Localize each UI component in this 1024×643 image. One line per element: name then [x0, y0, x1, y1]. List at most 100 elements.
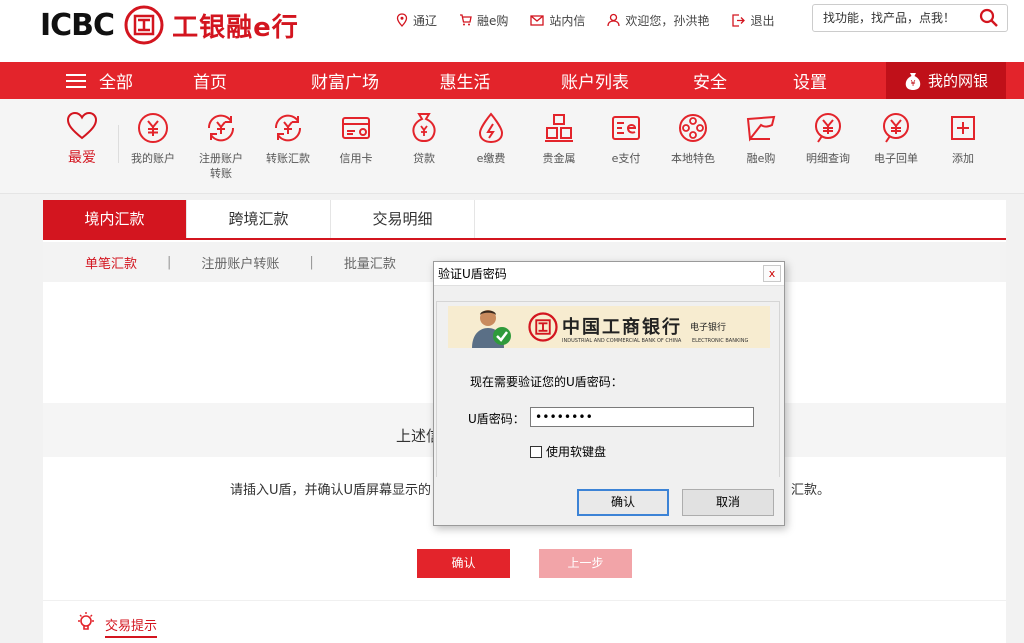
yuan-transfer-icon [207, 114, 235, 142]
tab-crossborder-remit[interactable]: 跨境汇款 [187, 200, 331, 238]
favorites-label: 最爱 [68, 150, 96, 166]
credit-card-icon [342, 117, 370, 139]
shortcut-label: e支付 [611, 152, 641, 165]
nav-item-security[interactable]: 安全 [680, 68, 740, 93]
shortcut-precious-metal[interactable]: 贵金属 [524, 111, 594, 166]
tab-domestic-remit[interactable]: 境内汇款 [43, 200, 187, 238]
shortcut-label: 贷款 [413, 152, 435, 165]
shortcut-detail-query[interactable]: 明细查询 [793, 111, 863, 166]
search-input[interactable] [813, 5, 973, 31]
shortcut-label: 电子回单 [874, 152, 918, 165]
logo-text: ICBC [40, 7, 115, 43]
tips-section [43, 600, 1006, 643]
nav-item-wealth[interactable]: 财富广场 [295, 68, 395, 93]
search-icon[interactable] [979, 8, 999, 28]
heart-icon [66, 111, 98, 140]
nav-all-menu[interactable]: 全部 [65, 68, 175, 93]
search-box [812, 4, 1008, 32]
icbc-seal-icon [124, 5, 164, 45]
cart-icon [460, 14, 472, 26]
shortcut-label: 本地特色 [671, 152, 715, 165]
icbc-logo[interactable]: ICBC 工银融e行 [40, 5, 299, 45]
subtab-single-remit[interactable]: 单笔汇款 [85, 253, 137, 272]
tips-label[interactable]: 交易提示 [105, 615, 158, 638]
nav-all-label: 全部 [99, 73, 133, 93]
toplink-label: 欢迎您，孙洪艳 [625, 13, 710, 28]
nav-my-ebank[interactable]: ¥ 我的网银 [886, 62, 1006, 99]
plus-square-icon [951, 116, 975, 140]
lightbulb-icon [78, 612, 94, 630]
checkbox-box[interactable] [530, 445, 542, 458]
toplink-mail[interactable]: 站内信 [530, 10, 585, 30]
money-bag-icon [412, 113, 436, 143]
shortcut-label: 明细查询 [806, 152, 850, 165]
icbc-seal-icon [528, 312, 558, 342]
toplink-label: 通辽 [413, 13, 438, 28]
ushield-password-dialog: 验证U盾密码 x 中国工商银行 电子银行 INDUSTRIAL AND COMM… [433, 261, 785, 526]
shortcut-rongegou[interactable]: 融e购 [726, 111, 796, 166]
subtab-batch-remit[interactable]: 批量汇款 [344, 253, 396, 272]
shortcut-bar: 最爱 我的账户 注册账户转账 转账汇款 信用卡 贷款 e缴费 贵金属 e支付 本… [0, 99, 1024, 194]
soft-keyboard-checkbox[interactable]: 使用软键盘 [530, 443, 606, 460]
hamburger-icon [66, 73, 86, 88]
shortcut-register-transfer[interactable]: 注册账户转账 [186, 111, 256, 181]
top-links: 通辽 融e购 站内信 欢迎您，孙洪艳 退出 [396, 10, 796, 30]
top-header: ICBC 工银融e行 通辽 融e购 站内信 欢迎您，孙洪艳 退出 [0, 0, 1024, 62]
nav-item-life[interactable]: 惠生活 [425, 68, 505, 93]
subtab-separator: | [167, 254, 172, 270]
yuan-circle-icon [138, 113, 168, 143]
toplink-logout[interactable]: 退出 [731, 10, 774, 30]
banner-english-ebank: ELECTRONIC BANKING [692, 338, 749, 344]
shop-icon [746, 115, 776, 142]
nav-item-accounts[interactable]: 账户列表 [550, 68, 640, 93]
yuan-query-icon [815, 113, 841, 143]
user-icon [607, 13, 621, 27]
toplink-location[interactable]: 通辽 [396, 10, 437, 30]
banner-ebank-label: 电子银行 [690, 323, 727, 333]
toplink-label: 融e购 [477, 13, 509, 28]
dialog-title: 验证U盾密码 [434, 262, 784, 286]
main-nav: 全部 首页 财富广场 惠生活 账户列表 安全 设置 ¥ 我的网银 [0, 62, 1024, 99]
shortcut-e-receipt[interactable]: 电子回单 [861, 111, 931, 166]
shortcut-e-payment[interactable]: e缴费 [456, 111, 526, 166]
money-bag-icon: ¥ [905, 72, 921, 90]
toplink-user[interactable]: 欢迎您，孙洪艳 [607, 10, 709, 30]
subtab-register-transfer[interactable]: 注册账户转账 [201, 253, 279, 272]
instruction-text-right: 汇款。 [791, 483, 831, 498]
main-tabs: 境内汇款 跨境汇款 交易明细 [43, 200, 1006, 240]
shortcut-my-account[interactable]: 我的账户 [118, 111, 188, 166]
close-icon[interactable]: x [763, 265, 781, 282]
yuan-receipt-icon [883, 113, 909, 143]
tab-transaction-detail[interactable]: 交易明细 [331, 200, 475, 238]
confirm-button[interactable]: 确认 [417, 549, 510, 578]
shortcut-label: 添加 [952, 152, 974, 165]
shortcut-loan[interactable]: 贷款 [389, 111, 459, 166]
toplink-rongegou[interactable]: 融e购 [459, 10, 508, 30]
nav-item-home[interactable]: 首页 [175, 68, 245, 93]
banner-english-name: INDUSTRIAL AND COMMERCIAL BANK OF CHINA [562, 338, 682, 344]
shortcut-label: e缴费 [476, 152, 506, 165]
logo-cn-text: 工银融e行 [172, 12, 299, 43]
shortcut-add[interactable]: 添加 [928, 111, 998, 166]
ushield-password-field[interactable]: •••••••• [530, 407, 754, 427]
subtab-separator: | [309, 254, 314, 270]
shortcut-credit-card[interactable]: 信用卡 [321, 111, 391, 166]
banner-bank-name: 中国工商银行 [562, 317, 682, 338]
shortcut-transfer-remit[interactable]: 转账汇款 [253, 111, 323, 166]
dialog-ok-button[interactable]: 确认 [577, 489, 669, 516]
dialog-prompt: 现在需要验证您的U盾密码： [470, 375, 623, 389]
nav-item-settings[interactable]: 设置 [780, 68, 840, 93]
favorites[interactable]: 最爱 [60, 111, 104, 167]
drop-icon [478, 112, 504, 144]
location-icon [396, 13, 408, 27]
shortcut-label: 转账汇款 [266, 152, 310, 165]
toplink-label: 站内信 [549, 13, 586, 28]
previous-step-button[interactable]: 上一步 [539, 549, 632, 578]
shortcut-e-pay[interactable]: e支付 [591, 111, 661, 166]
shortcut-local-feature[interactable]: 本地特色 [658, 111, 728, 166]
e-pay-icon [612, 116, 640, 140]
dialog-cancel-button[interactable]: 取消 [682, 489, 774, 516]
user-verified-icon [472, 310, 511, 348]
gold-bars-icon [545, 114, 573, 142]
shortcut-label: 信用卡 [339, 152, 373, 165]
